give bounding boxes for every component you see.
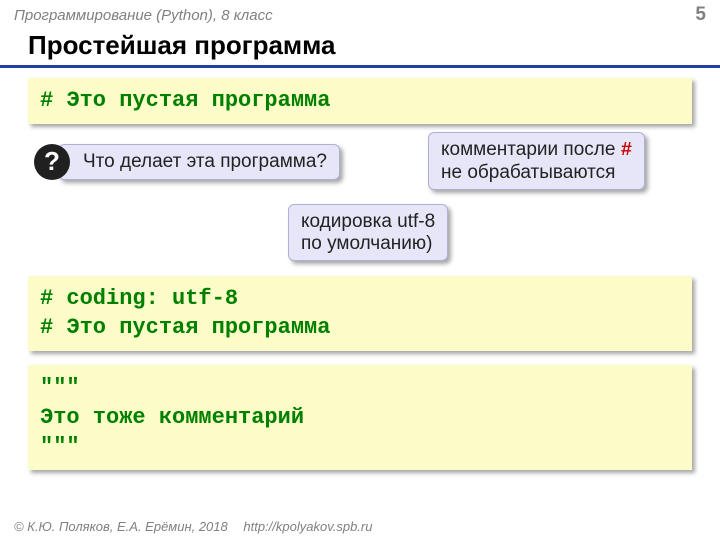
- hash-symbol: #: [621, 139, 632, 161]
- code-line: """: [40, 373, 680, 403]
- code-box-1: # Это пустая программа: [28, 78, 692, 124]
- hash-note-prefix: комментарии после: [441, 139, 621, 160]
- utf-note-bubble: кодировка utf-8 по умолчанию): [288, 204, 448, 262]
- page-number: 5: [695, 4, 706, 26]
- footer: © К.Ю. Поляков, Е.А. Ерёмин, 2018 http:/…: [14, 519, 372, 534]
- course-label: Программирование (Python), 8 класс: [14, 7, 273, 24]
- code-box-2: # coding: utf-8 # Это пустая программа: [28, 276, 692, 351]
- code-line: # Это пустая программа: [40, 313, 680, 343]
- hash-note-suffix: не обрабатываются: [441, 162, 615, 183]
- copyright-text: © К.Ю. Поляков, Е.А. Ерёмин, 2018: [14, 519, 228, 534]
- code-line: Это тоже комментарий: [40, 403, 680, 433]
- utf-note-line2: по умолчанию): [301, 233, 432, 254]
- slide-title: Простейшая программа: [0, 28, 720, 68]
- notes-row: ? Что делает эта программа? комментарии …: [28, 138, 692, 268]
- question-mark-icon: ?: [34, 144, 70, 180]
- hash-note-bubble: комментарии после # не обрабатываются: [428, 132, 645, 191]
- utf-note-line1: кодировка utf-8: [301, 211, 435, 232]
- question-text: Что делает эта программа?: [83, 151, 327, 172]
- code-box-3: """ Это тоже комментарий """: [28, 365, 692, 470]
- code-line: # coding: utf-8: [40, 284, 680, 314]
- code-line: # Это пустая программа: [40, 86, 680, 116]
- code-line: """: [40, 432, 680, 462]
- header-bar: Программирование (Python), 8 класс 5: [0, 0, 720, 28]
- question-bubble: Что делает эта программа?: [58, 144, 340, 180]
- footer-url: http://kpolyakov.spb.ru: [243, 519, 372, 534]
- content-area: # Это пустая программа ? Что делает эта …: [0, 68, 720, 470]
